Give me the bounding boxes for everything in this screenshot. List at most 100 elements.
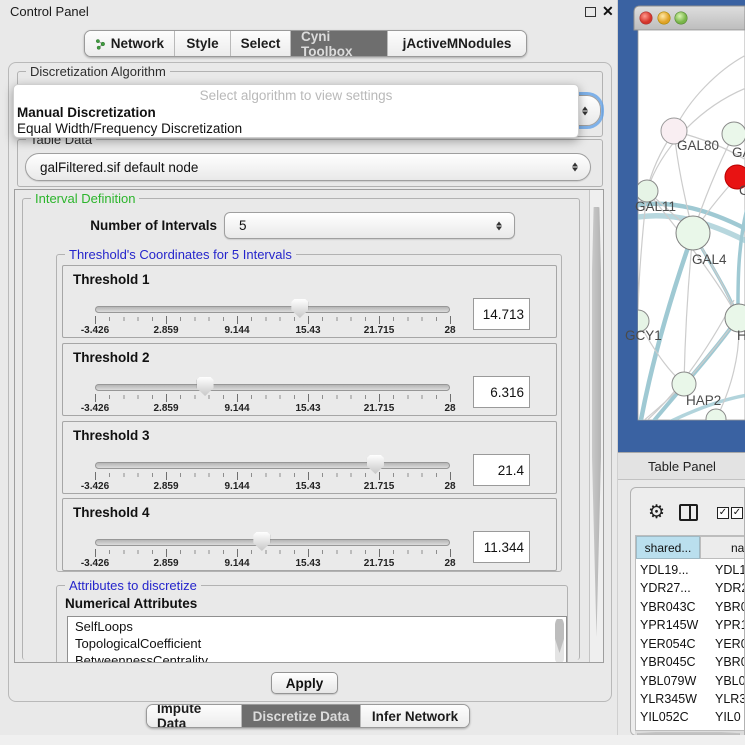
threshold-4-slider-track[interactable] <box>95 539 450 546</box>
tick-label: 2.859 <box>153 558 178 569</box>
table-row[interactable]: YBR045C <box>640 655 696 669</box>
close-icon[interactable]: ✕ <box>602 3 614 20</box>
threshold-4-value-input[interactable] <box>473 531 530 563</box>
tab-cyni-toolbox[interactable]: Cyni Toolbox <box>291 31 388 56</box>
tick-label: 2.859 <box>153 325 178 336</box>
combo-spinner-icon <box>582 106 588 115</box>
combo-spinner-icon <box>496 221 502 230</box>
popup-item-equal-width-frequency[interactable]: Equal Width/Frequency Discretization <box>17 121 577 136</box>
number-of-intervals-combobox[interactable]: 5 <box>224 212 515 239</box>
column-header-shared-name[interactable]: shared... <box>636 536 700 559</box>
network-canvas[interactable] <box>618 0 745 452</box>
threshold-3-slider-thumb[interactable] <box>367 455 384 474</box>
table-row[interactable]: YDR27... <box>640 581 691 595</box>
tab-jactivemnodules[interactable]: jActiveMNodules <box>388 31 526 56</box>
threshold-1-slider-track[interactable] <box>95 306 450 313</box>
threshold-1-panel: Threshold 1 -3.426 2.859 9.144 15.43 21.… <box>62 265 557 338</box>
tab-discretize-data[interactable]: Discretize Data <box>242 705 361 727</box>
checkbox-icon[interactable]: ✓ <box>731 507 743 519</box>
threshold-2-value-input[interactable] <box>473 376 530 408</box>
vertical-scrollbar[interactable] <box>589 190 603 662</box>
tick-label: -3.426 <box>81 403 109 414</box>
slider-ticks <box>95 317 451 321</box>
table-cell[interactable]: YBR0 <box>715 600 745 614</box>
node-ga[interactable] <box>722 122 745 146</box>
table-row[interactable]: YER054C <box>640 637 696 651</box>
table-cell[interactable]: YIL0 <box>715 710 741 724</box>
tab-select[interactable]: Select <box>231 31 291 56</box>
attributes-group: Attributes to discretize Numerical Attri… <box>56 585 568 663</box>
threshold-1-slider-thumb[interactable] <box>291 299 308 318</box>
scrollbar-thumb[interactable] <box>592 207 601 637</box>
top-tab-bar: Network Style Select Cyni Toolbox jActiv… <box>84 30 527 57</box>
table-row[interactable]: YLR345W <box>640 692 697 706</box>
column-header-name[interactable]: na <box>700 536 745 559</box>
tab-impute-data[interactable]: Impute Data <box>147 705 242 727</box>
tick-label: 21.715 <box>364 325 395 336</box>
network-icon <box>95 37 106 51</box>
tick-label: 28 <box>444 325 455 336</box>
control-panel: Control Panel ✕ Network Style Select <box>0 0 618 745</box>
table-cell[interactable]: YDL1 <box>715 563 745 577</box>
zoom-traffic-light[interactable] <box>675 12 687 24</box>
table-cell[interactable]: YDR2 <box>715 581 745 595</box>
threshold-3-value-input[interactable] <box>473 454 530 486</box>
screen: Control Panel ✕ Network Style Select <box>0 0 745 745</box>
table-cell[interactable]: YLR3 <box>715 692 745 706</box>
threshold-2-label: Threshold 2 <box>73 350 150 365</box>
table-row[interactable]: YBL079W <box>640 674 696 688</box>
tab-network[interactable]: Network <box>85 31 175 56</box>
node-label-gcy1: GCY1 <box>625 328 662 343</box>
list-item-topologicalcoefficient[interactable]: TopologicalCoefficient <box>75 636 201 651</box>
node-label-gal80: GAL80 <box>677 138 719 153</box>
list-item-betweennesscentrality[interactable]: BetweennessCentrality <box>75 653 208 663</box>
threshold-1-value-input[interactable] <box>473 298 530 330</box>
checkbox-icon[interactable]: ✓ <box>717 507 729 519</box>
float-icon[interactable] <box>585 7 596 17</box>
threshold-3-panel: Threshold 3 -3.426 2.859 9.144 15.43 21.… <box>62 421 557 494</box>
table-row[interactable]: YPR145W <box>640 618 698 632</box>
close-traffic-light[interactable] <box>640 12 652 24</box>
popup-item-manual-discretization[interactable]: Manual Discretization <box>17 105 577 120</box>
tab-infer-network[interactable]: Infer Network <box>361 705 469 727</box>
list-item-selfloops[interactable]: SelfLoops <box>75 619 133 634</box>
tick-label: -3.426 <box>81 481 109 492</box>
apply-button[interactable]: Apply <box>271 672 338 694</box>
tick-label: 28 <box>444 403 455 414</box>
table-panel: Table Panel ⚙ ✓ ✓ shared... na YDL19... … <box>618 452 745 745</box>
algorithm-prompt: Select algorithm to view settings <box>14 88 578 103</box>
table-cell[interactable]: YER0 <box>715 637 745 651</box>
node-gal4[interactable] <box>676 216 710 250</box>
table-cell[interactable]: YBL0 <box>715 674 745 688</box>
table-cell[interactable]: YPR1 <box>715 618 745 632</box>
settings-scrollpane: Interval Definition Number of Intervals … <box>14 189 604 663</box>
control-panel-titlebar: Control Panel ✕ <box>0 0 618 24</box>
discretization-algorithm-group-title: Discretization Algorithm <box>26 64 170 79</box>
number-of-intervals-value: 5 <box>239 218 500 233</box>
tick-label: -3.426 <box>81 325 109 336</box>
table-row[interactable]: YIL052C <box>640 710 689 724</box>
table-cell[interactable]: YBR0 <box>715 655 745 669</box>
gear-icon[interactable]: ⚙ <box>648 501 665 524</box>
tab-style[interactable]: Style <box>175 31 231 56</box>
tick-label: 9.144 <box>224 481 249 492</box>
slider-ticks <box>95 473 451 477</box>
table-row[interactable]: YDL19... <box>640 563 689 577</box>
combo-spinner-icon <box>572 163 578 172</box>
slider-ticks <box>95 395 451 399</box>
numerical-attributes-list[interactable]: SelfLoops TopologicalCoefficient Between… <box>67 616 567 663</box>
table-data-combobox[interactable]: galFiltered.sif default node <box>25 153 591 181</box>
table-row[interactable]: YBR043C <box>640 600 696 614</box>
column-layout-icon[interactable] <box>679 504 698 521</box>
tab-style-label: Style <box>186 36 218 51</box>
threshold-3-slider-track[interactable] <box>95 462 450 469</box>
node-label-c: C <box>739 183 745 198</box>
threshold-2-slider-track[interactable] <box>95 384 450 391</box>
slider-ticks <box>95 550 451 554</box>
list-scrollbar-thumb[interactable] <box>555 619 564 653</box>
node-bottom-partial[interactable] <box>706 409 726 429</box>
threshold-4-slider-thumb[interactable] <box>253 532 270 551</box>
minimize-traffic-light[interactable] <box>658 12 670 24</box>
list-scrollbar[interactable] <box>555 619 564 663</box>
threshold-2-slider-thumb[interactable] <box>197 377 214 396</box>
